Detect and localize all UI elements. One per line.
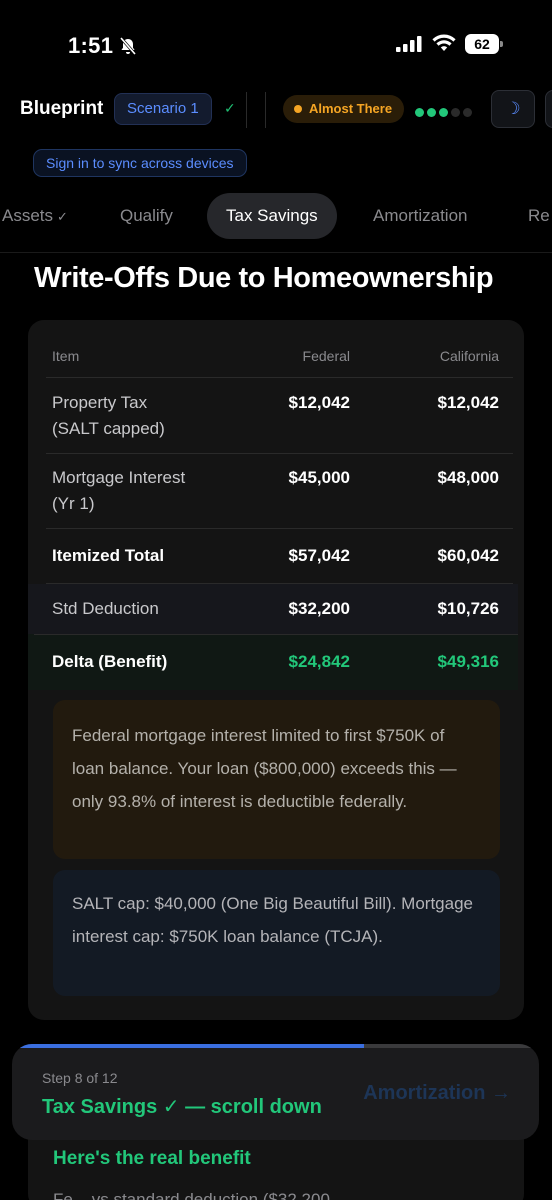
readiness-status-label: Almost There — [309, 101, 393, 116]
tab-assets[interactable]: Assets ✓ — [2, 193, 68, 239]
next-step-button[interactable]: Amortization → — [363, 1082, 511, 1105]
readiness-status-badge: Almost There — [283, 95, 405, 123]
tab-done-check-icon: ✓ — [57, 209, 68, 224]
table-row-item: Delta (Benefit) — [52, 652, 168, 671]
table-row-federal: $57,042 — [288, 546, 350, 565]
table-row-federal: $32,200 — [288, 599, 350, 618]
table-row-item: Itemized Total — [52, 546, 165, 565]
real-benefit-text: Fe... vs standard deduction ($32,200 — [53, 1190, 330, 1200]
column-header-california: California — [439, 348, 499, 364]
menu-button[interactable] — [545, 90, 552, 128]
sign-in-sync-button[interactable]: Sign in to sync across devices — [33, 149, 247, 177]
tab-amortization[interactable]: Amortization — [373, 193, 467, 239]
progress-dot — [427, 108, 436, 117]
step-progress-sheet: Step 8 of 12 Tax Savings ✓ — scroll down… — [12, 1044, 539, 1140]
table-row-federal: $24,842 — [288, 652, 350, 671]
real-benefit-title: Here's the real benefit — [53, 1148, 251, 1169]
tab-qualify[interactable]: Qualify — [120, 193, 173, 239]
moon-icon: ☽ — [505, 99, 521, 118]
saved-check-icon: ✓ — [224, 100, 236, 116]
table-row-california: $49,316 — [437, 652, 499, 671]
status-dot-icon — [294, 105, 302, 113]
section-title: Write-Offs Due to Homeownership — [34, 262, 494, 294]
step-counter: Step 8 of 12 — [42, 1070, 118, 1086]
row-divider — [46, 453, 513, 454]
cellular-signal-icon — [396, 36, 422, 52]
table-row-california: $60,042 — [437, 546, 499, 565]
progress-dot — [415, 108, 424, 117]
current-step-title: Tax Savings ✓ — scroll down — [42, 1096, 322, 1118]
progress-dots — [415, 104, 475, 117]
table-row-california: $48,000 — [437, 468, 499, 487]
battery-icon: 62 — [465, 34, 503, 54]
table-row-california: $12,042 — [437, 393, 499, 412]
progress-dot — [451, 108, 460, 117]
row-divider — [46, 528, 513, 529]
step-progress-fill — [12, 1044, 364, 1048]
theme-toggle-button[interactable]: ☽ — [491, 90, 535, 128]
table-row-item: Property Tax (SALT capped) — [52, 393, 165, 438]
row-divider — [46, 583, 513, 584]
app-header: Blueprint Scenario 1 ✓ Almost There ☽ — [0, 90, 552, 130]
divider — [246, 92, 247, 128]
row-divider — [34, 634, 518, 635]
status-time: 1:51 — [68, 33, 114, 58]
step-tabs: Assets ✓ Qualify Tax Savings Amortization… — [0, 193, 552, 239]
table-row-federal: $12,042 — [288, 393, 350, 412]
write-offs-card: Item Federal California Property Tax (SA… — [28, 320, 524, 1020]
battery-level: 62 — [465, 34, 499, 54]
wifi-icon — [432, 34, 456, 51]
table-row-california: $10,726 — [437, 599, 499, 618]
column-header-item: Item — [52, 348, 80, 364]
column-header-federal: Federal — [302, 348, 350, 364]
tab-label: Assets — [2, 206, 54, 225]
status-bar: 1:51 62 — [0, 0, 552, 90]
divider — [0, 252, 552, 253]
tax-cap-info: SALT cap: $40,000 (One Big Beautiful Bil… — [53, 870, 500, 996]
mortgage-limit-warning: Federal mortgage interest limited to fir… — [53, 700, 500, 859]
app-brand: Blueprint — [20, 98, 104, 119]
tab-next[interactable]: Re — [528, 193, 550, 239]
bell-slash-icon — [119, 37, 137, 55]
table-row-federal: $45,000 — [288, 468, 350, 487]
divider — [265, 92, 266, 128]
scenario-button[interactable]: Scenario 1 — [114, 93, 212, 125]
table-row-item: Std Deduction — [52, 599, 159, 618]
progress-dot — [463, 108, 472, 117]
table-row-item: Mortgage Interest (Yr 1) — [52, 468, 186, 513]
tab-tax-savings[interactable]: Tax Savings — [207, 193, 337, 239]
progress-dot — [439, 108, 448, 117]
row-divider — [46, 377, 513, 378]
